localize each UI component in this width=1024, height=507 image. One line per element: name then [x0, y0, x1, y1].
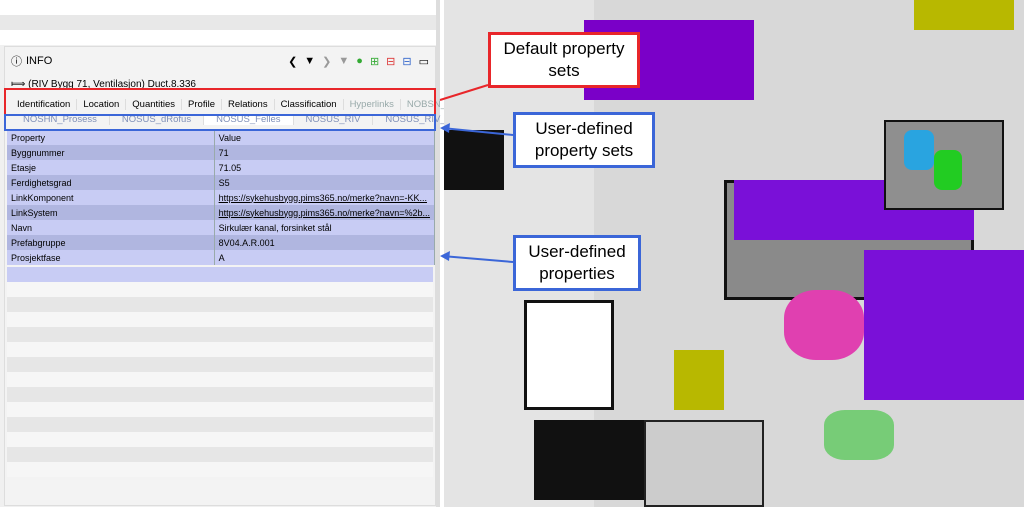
user-sets-highlight: [4, 114, 436, 131]
callout-default-sets: Default property sets: [488, 32, 640, 88]
callout-user-properties: User-defined properties: [513, 235, 641, 291]
callout-user-sets: User-defined property sets: [513, 112, 655, 168]
default-sets-highlight: [4, 88, 436, 116]
